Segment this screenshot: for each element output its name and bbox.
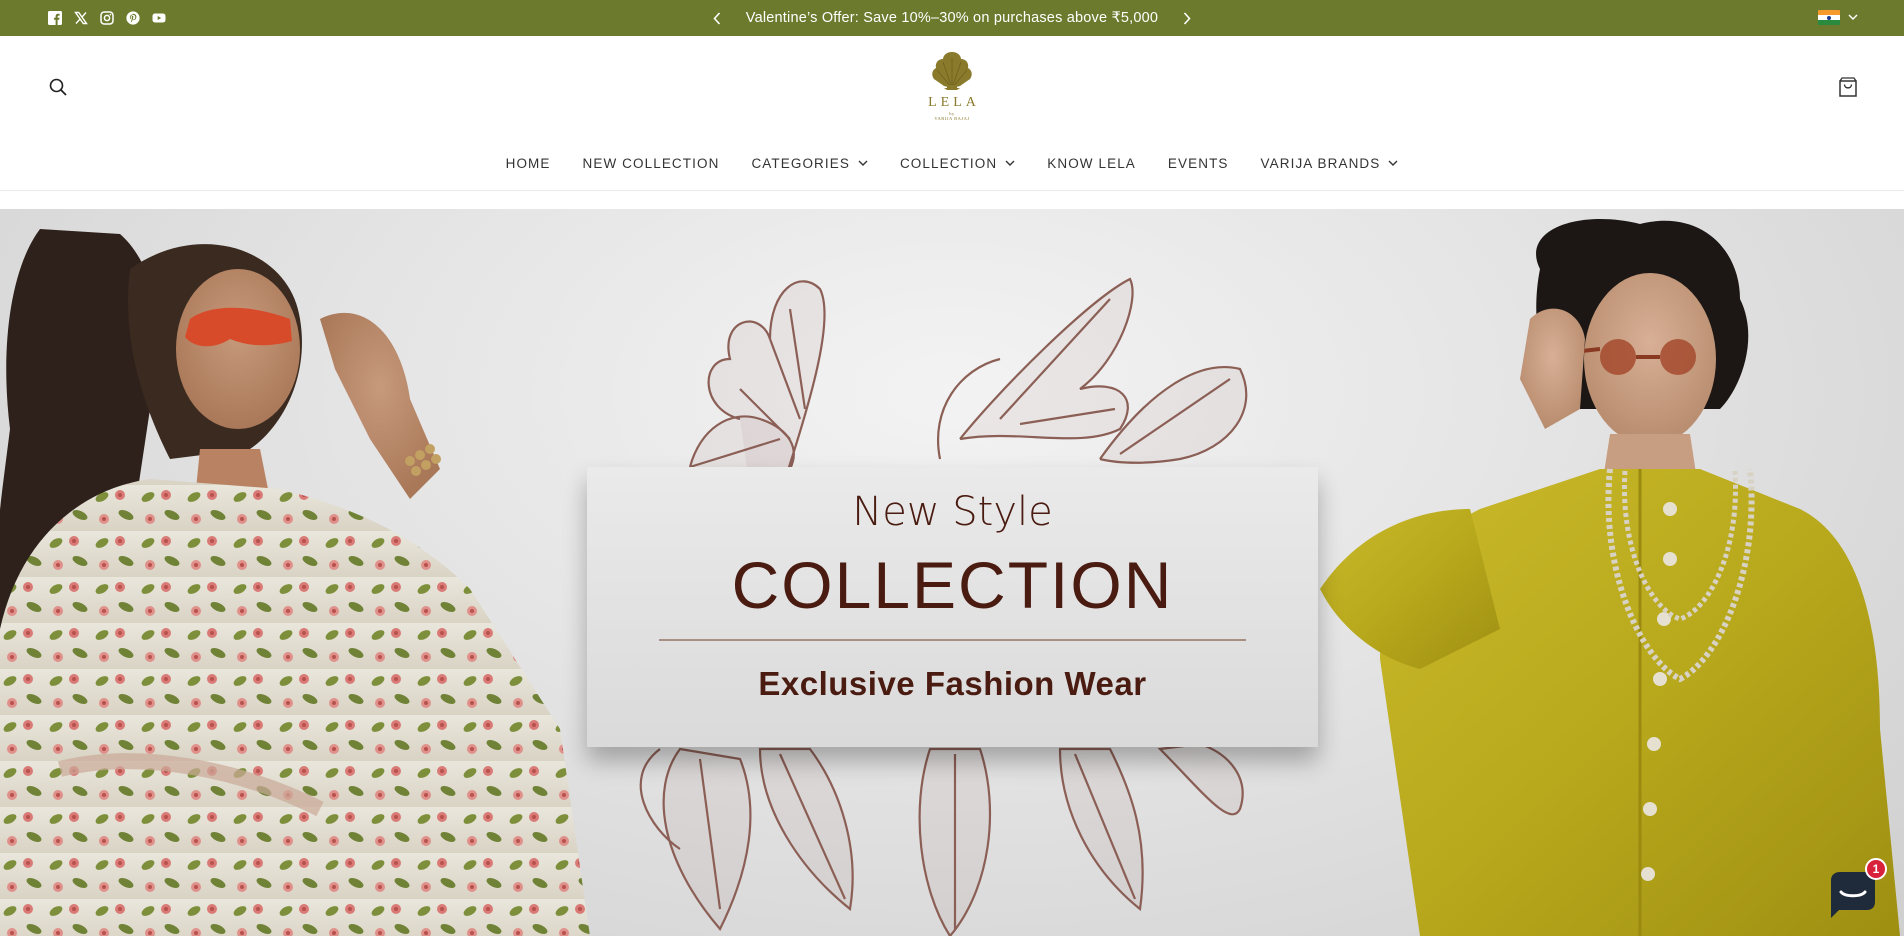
announcement-bar: Valentine’s Offer: Save 10%–30% on purch… [0, 0, 1904, 36]
hero-title: COLLECTION [731, 548, 1174, 622]
hero-divider [659, 639, 1246, 641]
nav-item-label: EVENTS [1167, 156, 1229, 171]
hero-banner[interactable]: New Style COLLECTION Exclusive Fashion W… [0, 209, 1904, 936]
announcement-text[interactable]: Valentine’s Offer: Save 10%–30% on purch… [746, 10, 1158, 26]
chevron-down-icon [1388, 160, 1398, 166]
logo-wordmark: LELA [928, 95, 980, 110]
nav-item-label: COLLECTION [899, 156, 998, 171]
chat-notification-badge: 1 [1865, 858, 1887, 880]
nav-item-label: VARIJA BRANDS [1260, 156, 1381, 171]
chevron-down-icon [858, 160, 868, 166]
chevron-left-icon [713, 11, 720, 25]
nav-item-categories[interactable]: CATEGORIES [751, 156, 868, 171]
nav-item-varija-brands[interactable]: VARIJA BRANDS [1261, 156, 1399, 171]
nav-item-know-lela[interactable]: KNOW LELA [1047, 156, 1136, 171]
nav-item-collection[interactable]: COLLECTION [900, 156, 1015, 171]
right-model-image [1320, 219, 1900, 936]
shell-logo-icon [932, 52, 972, 90]
hero-subtitle: Exclusive Fashion Wear [758, 665, 1147, 702]
nav-item-new-collection[interactable]: NEW COLLECTION [583, 156, 720, 171]
chevron-right-icon [1184, 11, 1191, 25]
logo-brand: VARIJA BAJAJ [934, 116, 970, 121]
india-flag-icon [1818, 10, 1840, 25]
next-announcement-button[interactable] [1180, 11, 1194, 25]
nav-item-label: HOME [505, 156, 551, 171]
nav-item-home[interactable]: HOME [506, 156, 551, 171]
nav-item-label: KNOW LELA [1047, 156, 1136, 171]
hero-kicker: New Style [852, 489, 1053, 535]
chevron-down-icon [1005, 160, 1015, 166]
site-header: LELA by VARIJA BAJAJ HOME NEW COLLECTION… [0, 36, 1904, 191]
search-button[interactable] [48, 77, 68, 97]
announcement-carousel: Valentine’s Offer: Save 10%–30% on purch… [0, 0, 1904, 36]
hero-text-card: New Style COLLECTION Exclusive Fashion W… [587, 467, 1318, 747]
left-model-image [0, 229, 590, 936]
shopping-bag-icon [1839, 77, 1857, 97]
country-selector[interactable] [1818, 10, 1858, 25]
cart-button[interactable] [1838, 76, 1858, 98]
site-logo[interactable]: LELA by VARIJA BAJAJ [922, 50, 982, 124]
nav-item-label: NEW COLLECTION [582, 156, 720, 171]
previous-announcement-button[interactable] [710, 11, 724, 25]
nav-item-events[interactable]: EVENTS [1168, 156, 1229, 171]
chevron-down-icon [1848, 14, 1858, 21]
search-icon [49, 78, 67, 96]
main-navigation: HOME NEW COLLECTION CATEGORIES COLLECTIO… [0, 156, 1904, 171]
nav-item-label: CATEGORIES [751, 156, 850, 171]
